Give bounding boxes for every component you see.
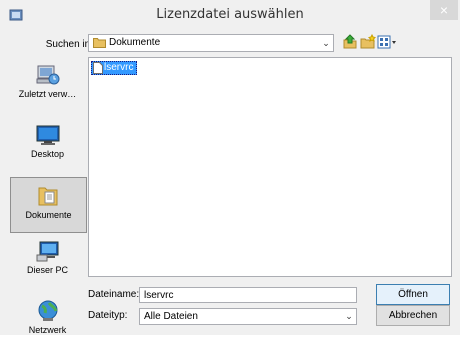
place-label: Zuletzt verw… [18, 89, 77, 99]
recent-icon [36, 65, 59, 85]
place-computer[interactable]: Dieser PC [10, 239, 85, 293]
place-network[interactable]: Netzwerk [10, 299, 85, 353]
place-desktop[interactable]: Desktop [10, 123, 85, 177]
folder-icon [93, 38, 106, 48]
look-in-label: Suchen in: [45, 39, 93, 50]
view-menu-icon[interactable] [377, 34, 397, 50]
up-folder-icon[interactable] [342, 34, 358, 50]
desktop-icon [36, 125, 59, 145]
places-bar: Zuletzt verw… Desktop Dokumente Dieser P… [10, 57, 87, 335]
filename-label: Dateiname: [88, 289, 140, 300]
look-in-value: Dokumente [109, 37, 161, 48]
place-documents[interactable]: Dokumente [10, 177, 87, 233]
new-folder-icon[interactable] [360, 34, 376, 50]
place-recent[interactable]: Zuletzt verw… [10, 63, 85, 117]
open-button[interactable]: Öffnen [376, 284, 450, 305]
documents-icon [38, 187, 57, 206]
file-list[interactable] [88, 57, 452, 277]
filetype-label: Dateityp: [88, 310, 128, 321]
close-button[interactable]: × [430, 0, 458, 20]
filetype-value: Alle Dateien [144, 311, 198, 322]
window-title: Lizenzdatei auswählen [156, 7, 304, 22]
close-icon: × [439, 2, 449, 18]
computer-icon [36, 241, 58, 262]
file-icon [93, 62, 103, 74]
place-label: Desktop [30, 149, 65, 159]
filename-input[interactable] [139, 287, 357, 303]
chevron-down-icon[interactable]: ⌄ [319, 35, 333, 51]
network-icon [38, 300, 57, 321]
chevron-down-icon[interactable]: ⌄ [343, 309, 355, 324]
place-label: Netzwerk [28, 325, 67, 335]
file-name: lservrc [104, 62, 134, 73]
cancel-button[interactable]: Abbrechen [376, 305, 450, 326]
place-label: Dieser PC [26, 265, 68, 275]
place-label: Dokumente [25, 210, 72, 220]
